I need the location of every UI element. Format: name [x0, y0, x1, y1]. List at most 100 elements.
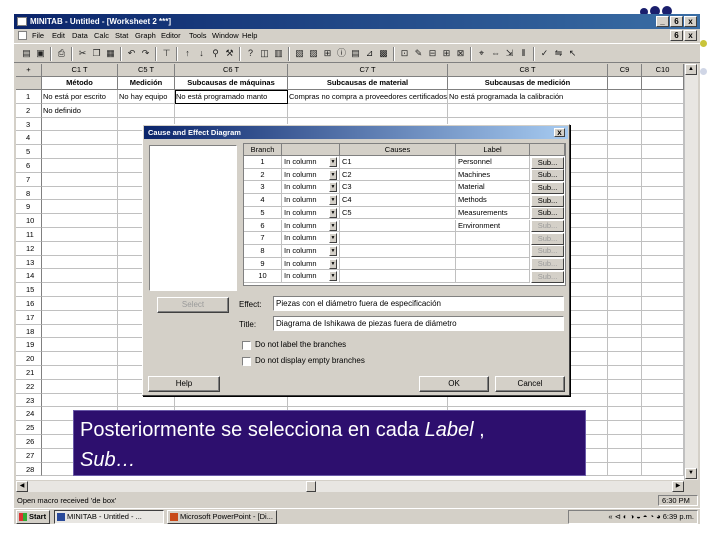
worksheet-cell[interactable]: No está programado manto	[175, 90, 288, 104]
worksheet-cell[interactable]	[42, 186, 118, 201]
chevron-down-icon[interactable]: ▼	[329, 220, 337, 231]
sub-button[interactable]: Sub...	[531, 194, 564, 207]
title-field[interactable]: Diagrama de Ishikawa de piezas fuera de …	[273, 316, 564, 331]
column-name-header[interactable]: Medición	[118, 77, 175, 90]
worksheet-cell[interactable]	[642, 338, 684, 353]
chevron-down-icon[interactable]: ▼	[329, 157, 337, 167]
worksheet-cell[interactable]	[42, 145, 118, 159]
row-number[interactable]: 19	[16, 338, 42, 353]
open-icon[interactable]: ▤	[20, 47, 33, 60]
paste-icon[interactable]: ▦	[104, 47, 117, 60]
row-number[interactable]: 2	[16, 103, 42, 118]
stat-icon[interactable]: ⊿	[363, 47, 376, 60]
column-name-header[interactable]	[642, 77, 684, 90]
worksheet-cell[interactable]	[642, 131, 684, 146]
column-name-header[interactable]: Subcausas de máquinas	[175, 77, 288, 90]
doc-restore-button[interactable]: 6	[670, 30, 683, 41]
column-id-header[interactable]: C9	[608, 64, 642, 77]
row-number[interactable]: 9	[16, 200, 42, 215]
worksheet-cell[interactable]	[608, 131, 642, 146]
worksheet-cell[interactable]	[42, 352, 118, 366]
horizontal-scrollbar[interactable]: ◀ ▶	[16, 481, 684, 492]
menu-edit[interactable]: Edit	[52, 30, 65, 41]
column-name-header[interactable]: Subcausas de medición	[448, 77, 608, 90]
title-bar[interactable]: MINITAB - Untitled - [Worksheet 2 ***] _…	[14, 14, 700, 29]
branch-label-field[interactable]: Environment	[456, 219, 530, 233]
branch-mode-select[interactable]: In column ▼	[282, 168, 340, 182]
print-icon[interactable]: ⎙	[55, 47, 68, 60]
menu-help[interactable]: Help	[242, 30, 257, 41]
worksheet-cell[interactable]	[608, 324, 642, 339]
column-id-header[interactable]: C1 T	[42, 64, 118, 77]
branch-mode-select[interactable]: In column ▼	[282, 270, 340, 283]
effect-field[interactable]: Piezas con el diámetro fuera de especifi…	[273, 296, 564, 311]
branch-mode-select[interactable]: In column ▼	[282, 219, 340, 233]
branch-label-field[interactable]	[456, 232, 530, 245]
chevron-down-icon[interactable]: ▼	[329, 195, 337, 206]
worksheet-cell[interactable]	[42, 310, 118, 325]
help-button[interactable]: Help	[148, 376, 220, 392]
worksheet-cell[interactable]	[608, 435, 642, 449]
chevron-down-icon[interactable]: ▼	[329, 271, 337, 282]
menu-data[interactable]: Data	[72, 30, 88, 41]
chevron-down-icon[interactable]: ▼	[329, 233, 337, 244]
worksheet-cell[interactable]	[642, 200, 684, 215]
branch-label-field[interactable]: Measurements	[456, 206, 530, 220]
compare-icon[interactable]: ⇋	[552, 47, 565, 60]
worksheet-cell[interactable]	[642, 421, 684, 435]
sub-button[interactable]: Sub...	[531, 156, 564, 169]
dialog-close-icon[interactable]: x	[554, 128, 565, 137]
worksheet-cell[interactable]	[42, 214, 118, 228]
worksheet-cell[interactable]	[642, 214, 684, 228]
sub-button[interactable]: Sub...	[531, 169, 564, 182]
cancel-button[interactable]: Cancel	[495, 376, 565, 392]
column-id-header[interactable]: C5 T	[118, 64, 175, 77]
worksheet-cell[interactable]	[642, 448, 684, 463]
row-number[interactable]: 24	[16, 407, 42, 422]
row-number[interactable]: 25	[16, 421, 42, 435]
column-id-header[interactable]: C6 T	[175, 64, 288, 77]
worksheet-cell[interactable]	[42, 200, 118, 215]
branch-label-field[interactable]: Methods	[456, 194, 530, 207]
branch-mode-select[interactable]: In column ▼	[282, 181, 340, 195]
branch-mode-select[interactable]: In column ▼	[282, 194, 340, 207]
worksheet-cell[interactable]	[608, 200, 642, 215]
branch-causes-field[interactable]: C1	[340, 156, 456, 169]
worksheet-cell[interactable]	[42, 228, 118, 242]
worksheet-cell[interactable]	[608, 255, 642, 270]
branch-label-field[interactable]	[456, 270, 530, 283]
worksheet-cell[interactable]	[42, 338, 118, 353]
worksheet-cell[interactable]	[642, 145, 684, 159]
branch-mode-select[interactable]: In column ▼	[282, 232, 340, 245]
row-up-icon[interactable]: ↑	[181, 47, 194, 60]
doc-close-button[interactable]: x	[684, 30, 697, 41]
chevron-down-icon[interactable]: ▼	[329, 207, 337, 218]
brush-graph-icon[interactable]: ⇲	[503, 47, 516, 60]
menu-tools[interactable]: Tools	[189, 30, 207, 41]
worksheet-cell[interactable]: No hay equipo	[118, 90, 175, 104]
worksheet-cell[interactable]	[642, 103, 684, 118]
minimize-button[interactable]: _	[656, 16, 669, 27]
worksheet-cell[interactable]: No está programada la calibración	[448, 90, 608, 104]
info-icon[interactable]: ⓘ	[335, 47, 348, 60]
worksheet-cell[interactable]	[448, 103, 608, 118]
scroll-up-icon[interactable]: ▲	[685, 64, 697, 75]
row-number[interactable]: 16	[16, 297, 42, 311]
sub-button[interactable]: Sub...	[531, 258, 564, 271]
sub-button[interactable]: Sub...	[531, 207, 564, 220]
worksheet-cell[interactable]: Compras no compra a proveedores certific…	[288, 90, 448, 104]
row-number[interactable]: 4	[16, 131, 42, 146]
column-name-header[interactable]: Subcausas de material	[288, 77, 448, 90]
layout-icon[interactable]: ⊡	[398, 47, 411, 60]
worksheet-cell[interactable]	[642, 186, 684, 201]
worksheet-cell[interactable]	[608, 352, 642, 366]
taskbar-item-powerpoint[interactable]: Microsoft PowerPoint - [Di...	[167, 510, 277, 524]
row-number[interactable]: 6	[16, 159, 42, 173]
worksheet-cell[interactable]	[608, 117, 642, 132]
row-number[interactable]: 3	[16, 117, 42, 132]
scroll-left-icon[interactable]: ◀	[16, 481, 28, 492]
chart-icon[interactable]: ▩	[377, 47, 390, 60]
branch-mode-select[interactable]: In column ▼	[282, 257, 340, 271]
copy-icon[interactable]: ❐	[90, 47, 103, 60]
worksheet-cell[interactable]	[608, 186, 642, 201]
